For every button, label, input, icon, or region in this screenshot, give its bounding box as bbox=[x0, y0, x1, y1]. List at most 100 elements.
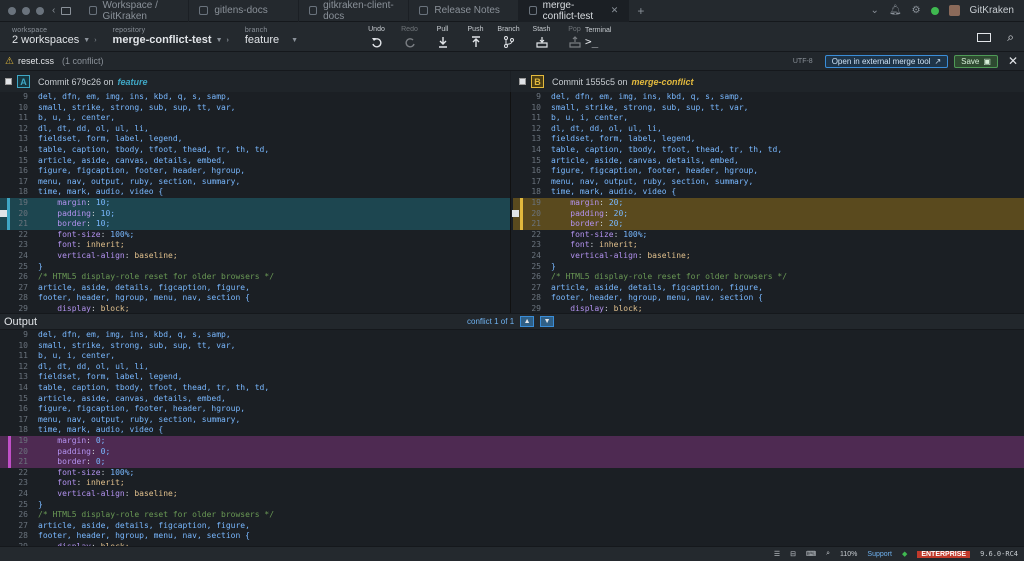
code-line[interactable]: 28 footer, header, hgroup, menu, nav, sec… bbox=[513, 293, 1024, 304]
code-line[interactable]: 20 padding: 10; bbox=[0, 208, 510, 220]
stash-button[interactable]: Stash bbox=[525, 22, 558, 52]
code-line[interactable]: 17 menu, nav, output, ruby, section, summ… bbox=[513, 177, 1024, 188]
code-line[interactable]: 10 small, strike, strong, sub, sup, tt, v… bbox=[513, 103, 1024, 114]
tab-gitlens-docs[interactable]: gitlens-docs bbox=[189, 0, 300, 22]
code-line[interactable]: 15 article, aside, canvas, details, embed… bbox=[513, 156, 1024, 167]
tab-release-notes[interactable]: Release Notes bbox=[409, 0, 520, 22]
code-line[interactable]: 10 small, strike, strong, sub, sup, tt, v… bbox=[0, 103, 510, 114]
chevron-down-icon[interactable]: ⌄ bbox=[870, 5, 878, 16]
code-line[interactable]: 18 time, mark, audio, video { bbox=[513, 187, 1024, 198]
code-line[interactable]: 24 vertical-align: baseline; bbox=[513, 251, 1024, 262]
open-external-merge-tool-button[interactable]: Open in external merge tool ↗ bbox=[824, 54, 949, 68]
avatar[interactable] bbox=[948, 5, 960, 16]
code-line[interactable]: 19 margin: 20; bbox=[513, 197, 1024, 209]
zoom-level[interactable]: 110% bbox=[840, 551, 857, 558]
code-line[interactable]: 23 font: inherit; bbox=[513, 240, 1024, 251]
code-line[interactable]: 29 display: block; bbox=[513, 304, 1024, 313]
pane-a-code[interactable]: 9 del, dfn, em, img, ins, kbd, q, s, samp… bbox=[0, 92, 510, 313]
new-tab-button[interactable]: + bbox=[637, 4, 644, 18]
code-line[interactable]: 18 time, mark, audio, video { bbox=[0, 187, 510, 198]
code-line[interactable]: 25} bbox=[0, 262, 510, 273]
keyboard-icon[interactable]: ⌨ bbox=[806, 550, 816, 558]
next-conflict-button[interactable]: ▼ bbox=[540, 316, 555, 327]
code-line[interactable]: 22 font-size: 100%; bbox=[513, 230, 1024, 241]
code-line[interactable]: 20 padding: 20; bbox=[513, 208, 1024, 220]
code-line[interactable]: 9 del, dfn, em, img, ins, kbd, q, s, samp… bbox=[0, 92, 510, 103]
license-badge[interactable]: ENTERPRISE bbox=[917, 550, 971, 558]
code-line[interactable]: 11 b, u, i, center, bbox=[0, 113, 510, 124]
maximize-window-button[interactable] bbox=[36, 6, 44, 15]
code-line[interactable]: 27 article, aside, details, figcaption, f… bbox=[0, 283, 510, 294]
code-line[interactable]: 19 margin: 0; bbox=[0, 435, 1024, 447]
redo-button[interactable]: Redo bbox=[393, 22, 426, 52]
code-line[interactable]: 10 small, strike, strong, sub, sup, tt, v… bbox=[0, 341, 1024, 352]
layout-icon[interactable] bbox=[977, 32, 992, 42]
push-button[interactable]: Push bbox=[459, 22, 492, 52]
hunk-checkbox[interactable] bbox=[0, 210, 7, 218]
gear-icon[interactable]: ⚙ bbox=[912, 5, 921, 16]
folder-icon[interactable] bbox=[61, 6, 72, 15]
branch-button[interactable]: Branch bbox=[492, 22, 525, 52]
repository-selector[interactable]: repository merge-conflict-test ▼ › bbox=[105, 27, 237, 46]
code-line[interactable]: 21 border: 10; bbox=[0, 219, 510, 230]
code-line[interactable]: 22 font-size: 100%; bbox=[0, 230, 510, 241]
code-line[interactable]: 27 article, aside, details, figcaption, f… bbox=[513, 283, 1024, 294]
code-line[interactable]: 15 article, aside, canvas, details, embed… bbox=[0, 156, 510, 167]
encoding-label[interactable]: UTF-8 bbox=[793, 58, 813, 65]
code-line[interactable]: 9 del, dfn, em, img, ins, kbd, q, s, samp… bbox=[0, 330, 1024, 341]
code-line[interactable]: 14 table, caption, tbody, tfoot, thead, t… bbox=[513, 145, 1024, 156]
bell-icon[interactable]: 🔔︎ bbox=[889, 5, 902, 16]
back-arrow-icon[interactable]: ‹ bbox=[52, 5, 55, 16]
code-line[interactable]: 16 figure, figcaption, footer, header, hg… bbox=[0, 404, 1024, 415]
code-line[interactable]: 12 dl, dt, dd, ol, ul, li, bbox=[513, 124, 1024, 135]
pane-a-checkbox[interactable] bbox=[5, 78, 12, 85]
code-line[interactable]: 13 fieldset, form, label, legend, bbox=[513, 134, 1024, 145]
support-link[interactable]: Support bbox=[867, 551, 892, 558]
code-line[interactable]: 19 margin: 10; bbox=[0, 197, 510, 209]
close-tab-icon[interactable]: ✕ bbox=[611, 5, 619, 16]
pane-b-code[interactable]: 9 del, dfn, em, img, ins, kbd, q, s, samp… bbox=[511, 92, 1024, 313]
pane-b-checkbox[interactable] bbox=[519, 78, 526, 85]
code-line[interactable]: 11 b, u, i, center, bbox=[513, 113, 1024, 124]
tab-workspace[interactable]: Workspace / GitKraken bbox=[79, 0, 190, 22]
minimize-window-button[interactable] bbox=[22, 6, 30, 15]
code-line[interactable]: 23 font: inherit; bbox=[0, 478, 1024, 489]
code-line[interactable]: 14 table, caption, tbody, tfoot, thead, t… bbox=[0, 383, 1024, 394]
code-line[interactable]: 26 /* HTML5 display-role reset for older … bbox=[513, 272, 1024, 283]
code-line[interactable]: 21 border: 20; bbox=[513, 219, 1024, 230]
pull-button[interactable]: Pull bbox=[426, 22, 459, 52]
code-line[interactable]: 24 vertical-align: baseline; bbox=[0, 489, 1024, 500]
code-line[interactable]: 26 /* HTML5 display-role reset for older … bbox=[0, 272, 510, 283]
close-window-button[interactable] bbox=[8, 6, 16, 15]
previous-conflict-button[interactable]: ▲ bbox=[520, 316, 535, 327]
code-line[interactable]: 13 fieldset, form, label, legend, bbox=[0, 372, 1024, 383]
code-line[interactable]: 13 fieldset, form, label, legend, bbox=[0, 134, 510, 145]
save-button[interactable]: Save ▣ bbox=[954, 54, 998, 68]
code-line[interactable]: 16 figure, figcaption, footer, header, hg… bbox=[0, 166, 510, 177]
undo-button[interactable]: Undo bbox=[360, 22, 393, 52]
user-name[interactable]: GitKraken bbox=[970, 5, 1014, 16]
code-line[interactable]: 16 figure, figcaption, footer, header, hg… bbox=[513, 166, 1024, 177]
code-line[interactable]: 20 padding: 0; bbox=[0, 446, 1024, 458]
workspace-selector[interactable]: workspace 2 workspaces ▼ › bbox=[4, 27, 105, 46]
code-line[interactable]: 27 article, aside, details, figcaption, f… bbox=[0, 521, 1024, 532]
list-view-icon[interactable]: ☰ bbox=[774, 550, 780, 558]
code-line[interactable]: 21 border: 0; bbox=[0, 457, 1024, 468]
code-line[interactable]: 14 table, caption, tbody, tfoot, thead, t… bbox=[0, 145, 510, 156]
tab-merge-conflict-test[interactable]: merge-conflict-test ✕ bbox=[519, 0, 630, 22]
code-line[interactable]: 9 del, dfn, em, img, ins, kbd, q, s, samp… bbox=[513, 92, 1024, 103]
code-line[interactable]: 29 display: block; bbox=[0, 304, 510, 313]
code-line[interactable]: 26 /* HTML5 display-role reset for older … bbox=[0, 510, 1024, 521]
code-line[interactable]: 12 dl, dt, dd, ol, ul, li, bbox=[0, 362, 1024, 373]
code-line[interactable]: 28 footer, header, hgroup, menu, nav, sec… bbox=[0, 293, 510, 304]
code-line[interactable]: 25} bbox=[513, 262, 1024, 273]
code-line[interactable]: 12 dl, dt, dd, ol, ul, li, bbox=[0, 124, 510, 135]
code-line[interactable]: 22 font-size: 100%; bbox=[0, 468, 1024, 479]
output-code[interactable]: 9 del, dfn, em, img, ins, kbd, q, s, samp… bbox=[0, 330, 1024, 546]
code-line[interactable]: 24 vertical-align: baseline; bbox=[0, 251, 510, 262]
code-line[interactable]: 17 menu, nav, output, ruby, section, summ… bbox=[0, 177, 510, 188]
code-line[interactable]: 28 footer, header, hgroup, menu, nav, sec… bbox=[0, 531, 1024, 542]
code-line[interactable]: 11 b, u, i, center, bbox=[0, 351, 1024, 362]
tab-gitkraken-client-docs[interactable]: gitkraken-client-docs bbox=[299, 0, 410, 22]
search-icon[interactable]: ⌕ bbox=[1007, 30, 1014, 45]
